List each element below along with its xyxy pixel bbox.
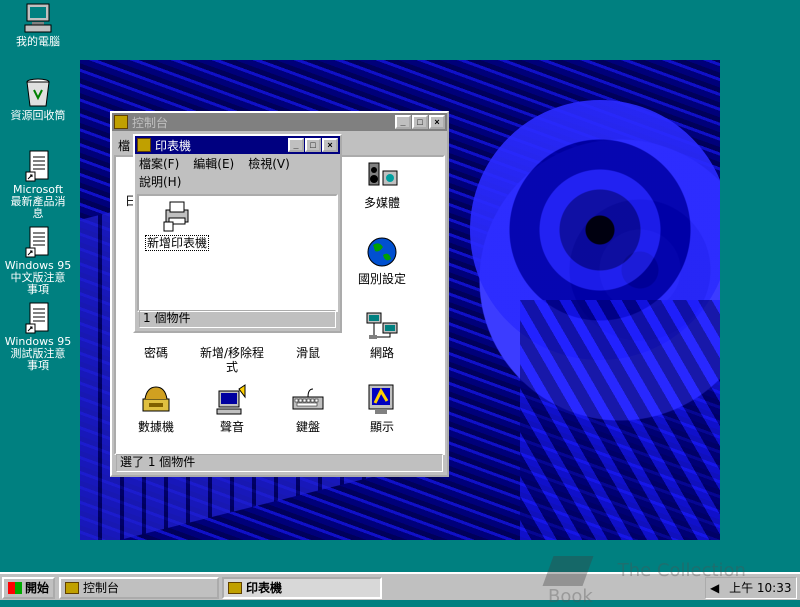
cp-item-label: 國別設定 bbox=[357, 272, 406, 286]
desktop-icon-win95-notes[interactable]: Windows 95 中文版注意 事項 bbox=[0, 226, 76, 296]
cp-item-sound[interactable]: 聲音 bbox=[192, 383, 272, 434]
printers-content[interactable]: 新增印表機 bbox=[137, 194, 338, 312]
menu-item-file[interactable]: 檔 bbox=[118, 137, 130, 154]
taskbar-button-label: 印表機 bbox=[246, 581, 283, 595]
cp-item-label: 數據機 bbox=[137, 420, 174, 434]
recycle-bin-icon bbox=[22, 76, 54, 108]
add-printer-icon bbox=[160, 198, 194, 232]
desktop-icon-microsoft-news[interactable]: Microsoft 最新產品消 息 bbox=[0, 150, 76, 220]
status-bar: 1 個物件 bbox=[139, 310, 336, 328]
menu-bar: 檔案(F) 編輯(E) 檢視(V) 說明(H) bbox=[135, 154, 340, 192]
menu-help[interactable]: 說明(H) bbox=[139, 173, 181, 191]
document-shortcut-icon bbox=[22, 150, 54, 182]
taskbar-button-printers[interactable]: 印表機 bbox=[222, 577, 382, 599]
printer-item-label: 新增印表機 bbox=[144, 235, 209, 251]
cp-item-label: 新增/移除程 式 bbox=[199, 346, 265, 374]
document-shortcut-icon bbox=[22, 226, 54, 258]
folder-icon bbox=[137, 138, 151, 152]
globe-icon bbox=[365, 235, 399, 269]
menu-file[interactable]: 檔案(F) bbox=[139, 155, 179, 173]
window-title: 印表機 bbox=[155, 138, 192, 153]
computer-icon bbox=[22, 2, 54, 34]
minimize-button[interactable]: _ bbox=[288, 138, 304, 152]
minimize-button[interactable]: _ bbox=[395, 115, 411, 129]
cp-item-label: 多媒體 bbox=[363, 196, 400, 210]
document-shortcut-icon bbox=[22, 302, 54, 334]
cp-item-modem[interactable]: 數據機 bbox=[116, 383, 196, 434]
printers-titlebar[interactable]: 印表機 _ □ × bbox=[135, 136, 340, 154]
taskbar-button-control-panel[interactable]: 控制台 bbox=[59, 577, 219, 599]
windows-logo-icon bbox=[8, 582, 22, 594]
cp-item-label: 滑鼠 bbox=[295, 346, 320, 360]
cp-item-label: 顯示 bbox=[369, 420, 394, 434]
maximize-button[interactable]: □ bbox=[412, 115, 428, 129]
folder-icon bbox=[114, 115, 128, 129]
close-button[interactable]: × bbox=[429, 115, 445, 129]
folder-icon bbox=[65, 582, 79, 594]
cp-item-label: 網路 bbox=[369, 346, 394, 360]
network-icon bbox=[365, 309, 399, 343]
menu-edit[interactable]: 編輯(E) bbox=[193, 155, 234, 173]
window-title: 控制台 bbox=[132, 115, 169, 130]
printers-window[interactable]: 印表機 _ □ × 檔案(F) 編輯(E) 檢視(V) 說明(H) 新增印表機 … bbox=[133, 134, 342, 333]
folder-icon bbox=[228, 582, 242, 594]
desktop-icon-label: Windows 95 測試版注意 事項 bbox=[4, 335, 72, 372]
cp-item-label: 聲音 bbox=[219, 420, 244, 434]
desktop-icon-recycle-bin[interactable]: 資源回收筒 bbox=[0, 76, 76, 122]
cp-item-label: 鍵盤 bbox=[295, 420, 320, 434]
cp-item-network[interactable]: 網路 bbox=[342, 309, 422, 360]
start-button[interactable]: 開始 bbox=[2, 577, 55, 599]
close-button[interactable]: × bbox=[322, 138, 338, 152]
desktop-icon-label: Windows 95 中文版注意 事項 bbox=[4, 259, 72, 296]
desktop-icon-my-computer[interactable]: 我的電腦 bbox=[0, 2, 76, 48]
cp-item-multimedia[interactable]: 多媒體 bbox=[342, 159, 422, 210]
cp-item-display[interactable]: 顯示 bbox=[342, 383, 422, 434]
cp-item-regional[interactable]: 國別設定 bbox=[342, 235, 422, 286]
book-logo-icon bbox=[542, 556, 594, 586]
desktop-icon-label: Microsoft 最新產品消 息 bbox=[10, 183, 66, 220]
desktop-icon-label: 我的電腦 bbox=[16, 35, 60, 48]
control-panel-titlebar[interactable]: 控制台 _ □ × bbox=[112, 113, 447, 131]
modem-icon bbox=[139, 383, 173, 417]
cp-item-keyboard[interactable]: 鍵盤 bbox=[268, 383, 348, 434]
watermark: The Collection Book bbox=[542, 556, 788, 607]
cp-item-label: 密碼 bbox=[143, 346, 168, 360]
display-icon bbox=[365, 383, 399, 417]
sound-icon bbox=[215, 383, 249, 417]
maximize-button[interactable]: □ bbox=[305, 138, 321, 152]
printer-item-add-printer[interactable]: 新增印表機 bbox=[139, 198, 215, 251]
desktop-icon-label: 資源回收筒 bbox=[10, 109, 66, 122]
status-bar: 選了 1 個物件 bbox=[116, 454, 443, 472]
desktop-icon-win95-beta-notes[interactable]: Windows 95 測試版注意 事項 bbox=[0, 302, 76, 372]
taskbar-button-label: 控制台 bbox=[83, 581, 120, 595]
multimedia-icon bbox=[365, 159, 399, 193]
keyboard-icon bbox=[291, 383, 325, 417]
menu-view[interactable]: 檢視(V) bbox=[248, 155, 290, 173]
start-label: 開始 bbox=[25, 581, 50, 595]
wallpaper-rays-art bbox=[520, 300, 720, 540]
